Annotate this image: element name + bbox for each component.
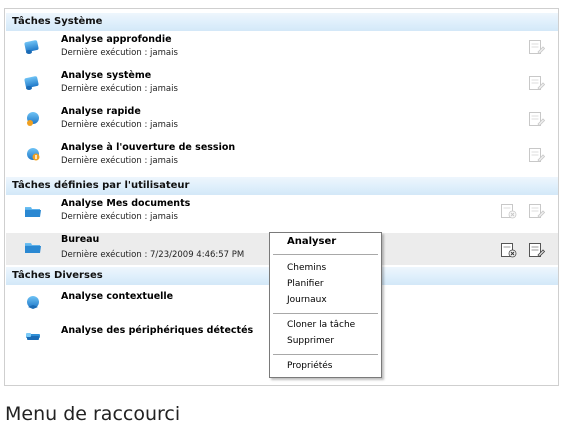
edit-task-icon[interactable] <box>528 241 545 258</box>
menu-item-properties[interactable]: Propriétés <box>287 361 332 371</box>
context-menu: Analyser Chemins Planifier Journaux Clon… <box>269 232 382 378</box>
menu-item-logs[interactable]: Journaux <box>287 295 327 305</box>
task-name: Analyse Mes documents <box>61 198 191 209</box>
menu-separator <box>273 313 378 314</box>
globe-scan-icon <box>24 111 42 127</box>
task-name: Analyse contextuelle <box>61 291 174 302</box>
globe-scan-icon <box>24 295 42 311</box>
delete-task-icon[interactable] <box>500 202 517 219</box>
menu-item-schedule[interactable]: Planifier <box>287 279 324 289</box>
section-header-user: Tâches définies par l'utilisateur <box>6 177 558 195</box>
task-last-run: Dernière exécution : 7/23/2009 4:46:57 P… <box>61 250 245 260</box>
task-row-logon-scan[interactable]: Analyse à l'ouverture de session Dernièr… <box>6 141 558 169</box>
menu-separator <box>273 354 378 355</box>
usb-device-icon <box>24 328 42 344</box>
task-name: Analyse à l'ouverture de session <box>61 142 236 153</box>
monitor-scan-icon <box>24 39 42 55</box>
delete-task-icon[interactable] <box>500 241 517 258</box>
menu-item-paths[interactable]: Chemins <box>287 263 326 273</box>
task-name: Analyse des périphériques détectés <box>61 325 254 336</box>
task-last-run: Dernière exécution : jamais <box>61 120 178 130</box>
task-name: Analyse système <box>61 70 152 81</box>
edit-task-icon[interactable] <box>528 202 545 219</box>
task-name: Bureau <box>61 234 100 245</box>
task-row-quick-scan[interactable]: Analyse rapide Dernière exécution : jama… <box>6 105 558 133</box>
folder-scan-icon <box>24 203 42 219</box>
section-header-system: Tâches Système <box>6 13 558 31</box>
figure-caption: Menu de raccourci <box>5 403 181 425</box>
task-last-run: Dernière exécution : jamais <box>61 156 178 166</box>
task-name: Analyse approfondie <box>61 34 172 45</box>
task-row-deep-scan[interactable]: Analyse approfondie Dernière exécution :… <box>6 33 558 61</box>
monitor-scan-icon <box>24 75 42 91</box>
globe-scan-icon <box>24 147 42 163</box>
edit-task-icon[interactable] <box>528 110 545 127</box>
edit-task-icon[interactable] <box>528 74 545 91</box>
folder-scan-icon <box>24 239 42 255</box>
menu-item-scan[interactable]: Analyser <box>287 236 336 247</box>
menu-item-clone[interactable]: Cloner la tâche <box>287 320 355 330</box>
task-row-my-documents[interactable]: Analyse Mes documents Dernière exécution… <box>6 197 558 225</box>
task-name: Analyse rapide <box>61 106 141 117</box>
menu-separator <box>273 254 378 255</box>
edit-task-icon[interactable] <box>528 38 545 55</box>
menu-item-delete[interactable]: Supprimer <box>287 336 334 346</box>
edit-task-icon[interactable] <box>528 146 545 163</box>
task-last-run: Dernière exécution : jamais <box>61 48 178 58</box>
task-last-run: Dernière exécution : jamais <box>61 212 178 222</box>
task-row-system-scan[interactable]: Analyse système Dernière exécution : jam… <box>6 69 558 97</box>
task-last-run: Dernière exécution : jamais <box>61 84 178 94</box>
